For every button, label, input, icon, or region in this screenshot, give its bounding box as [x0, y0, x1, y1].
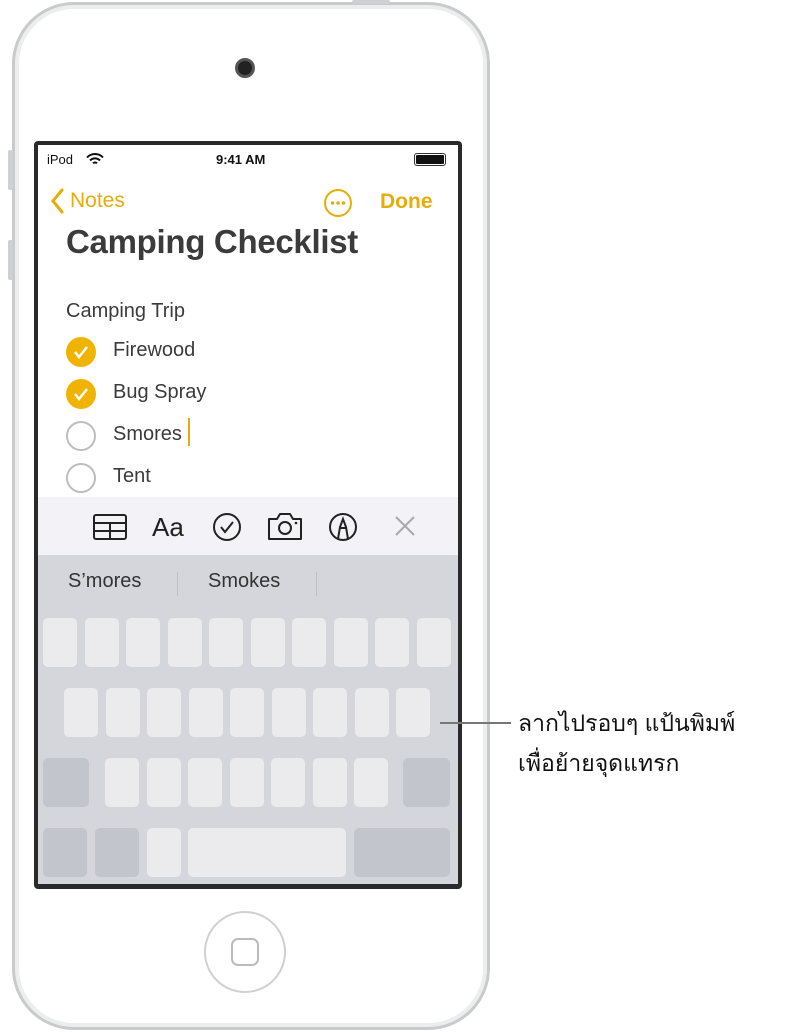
keyboard-key[interactable]	[84, 618, 119, 667]
screen: iPod 9:41 AM Notes Done Camping Checklis…	[38, 145, 458, 884]
keyboard-key[interactable]	[95, 828, 139, 877]
callout-text-line2: เพื่อย้ายจุดแทรก	[518, 750, 680, 776]
keyboard-key[interactable]	[229, 758, 264, 807]
camera-icon[interactable]	[267, 511, 303, 541]
text-cursor	[188, 418, 190, 446]
table-icon[interactable]	[93, 514, 127, 540]
keyboard-key[interactable]	[312, 758, 347, 807]
top-button	[352, 0, 390, 4]
wifi-icon	[86, 153, 104, 165]
format-toolbar: Aa	[38, 497, 458, 555]
keyboard-key[interactable]	[147, 828, 181, 877]
keyboard-key[interactable]	[354, 758, 388, 807]
markup-icon[interactable]	[328, 512, 358, 542]
checkmark-icon	[74, 346, 88, 360]
checkbox-unchecked[interactable]	[66, 463, 96, 493]
keyboard-key[interactable]	[43, 828, 87, 877]
callout-line	[440, 722, 511, 724]
close-icon[interactable]	[394, 515, 416, 537]
checkmark-icon	[74, 388, 88, 402]
keyboard-key[interactable]	[230, 688, 264, 737]
battery-icon	[414, 153, 446, 166]
checklist-item-text[interactable]: Firewood	[113, 339, 195, 362]
suggestion-2[interactable]: Smokes	[208, 570, 280, 593]
done-button[interactable]: Done	[380, 190, 433, 214]
keyboard-key[interactable]	[147, 688, 181, 737]
front-camera	[235, 58, 255, 78]
checklist-item-text[interactable]: Bug Spray	[113, 381, 206, 404]
checklist-item-text[interactable]: Tent	[113, 465, 151, 488]
clock: 9:41 AM	[216, 152, 266, 167]
keyboard-key[interactable]	[416, 618, 451, 667]
checkbox-checked[interactable]	[66, 379, 96, 409]
keyboard-key[interactable]	[271, 758, 305, 807]
checkbox-checked[interactable]	[66, 337, 96, 367]
keyboard[interactable]	[38, 555, 458, 884]
keyboard-key[interactable]	[396, 688, 430, 737]
keyboard-key[interactable]	[188, 688, 223, 737]
chevron-left-icon	[51, 188, 64, 214]
back-label: Notes	[70, 189, 125, 212]
keyboard-key[interactable]	[354, 828, 450, 877]
keyboard-key[interactable]	[271, 688, 306, 737]
keyboard-key[interactable]	[146, 758, 181, 807]
note-title[interactable]: Camping Checklist	[66, 223, 358, 261]
keyboard-key[interactable]	[250, 618, 285, 667]
text-format-icon[interactable]: Aa	[152, 512, 184, 543]
carrier-label: iPod	[47, 152, 74, 167]
keyboard-key[interactable]	[167, 618, 202, 667]
suggestion-divider	[177, 572, 178, 596]
note-heading[interactable]: Camping Trip	[66, 300, 185, 323]
keyboard-key[interactable]	[43, 758, 89, 807]
keyboard-key[interactable]	[209, 618, 243, 667]
volume-down-button	[8, 240, 13, 280]
keyboard-key[interactable]	[126, 618, 160, 667]
checkbox-unchecked[interactable]	[66, 421, 96, 451]
home-square-icon	[231, 938, 259, 966]
checklist-icon[interactable]	[212, 512, 242, 542]
keyboard-key[interactable]	[333, 618, 368, 667]
keyboard-key[interactable]	[403, 758, 450, 807]
keyboard-key[interactable]	[105, 758, 139, 807]
suggestion-1[interactable]: S’mores	[68, 570, 141, 593]
keyboard-key[interactable]	[354, 688, 389, 737]
keyboard-key[interactable]	[43, 618, 77, 667]
suggestion-divider	[316, 572, 317, 596]
checklist-item-text[interactable]: Smores	[113, 423, 182, 446]
keyboard-key[interactable]	[188, 758, 222, 807]
keyboard-key[interactable]	[105, 688, 140, 737]
keyboard-key[interactable]	[188, 828, 346, 877]
keyboard-key[interactable]	[292, 618, 326, 667]
keyboard-key[interactable]	[375, 618, 409, 667]
keyboard-key[interactable]	[313, 688, 347, 737]
keyboard-key[interactable]	[64, 688, 98, 737]
callout-text-line1: ลากไปรอบๆ แป้นพิมพ์	[518, 710, 736, 736]
back-button[interactable]: Notes	[50, 188, 125, 214]
volume-up-button	[8, 150, 13, 190]
ellipsis-circle-icon[interactable]	[323, 188, 353, 218]
